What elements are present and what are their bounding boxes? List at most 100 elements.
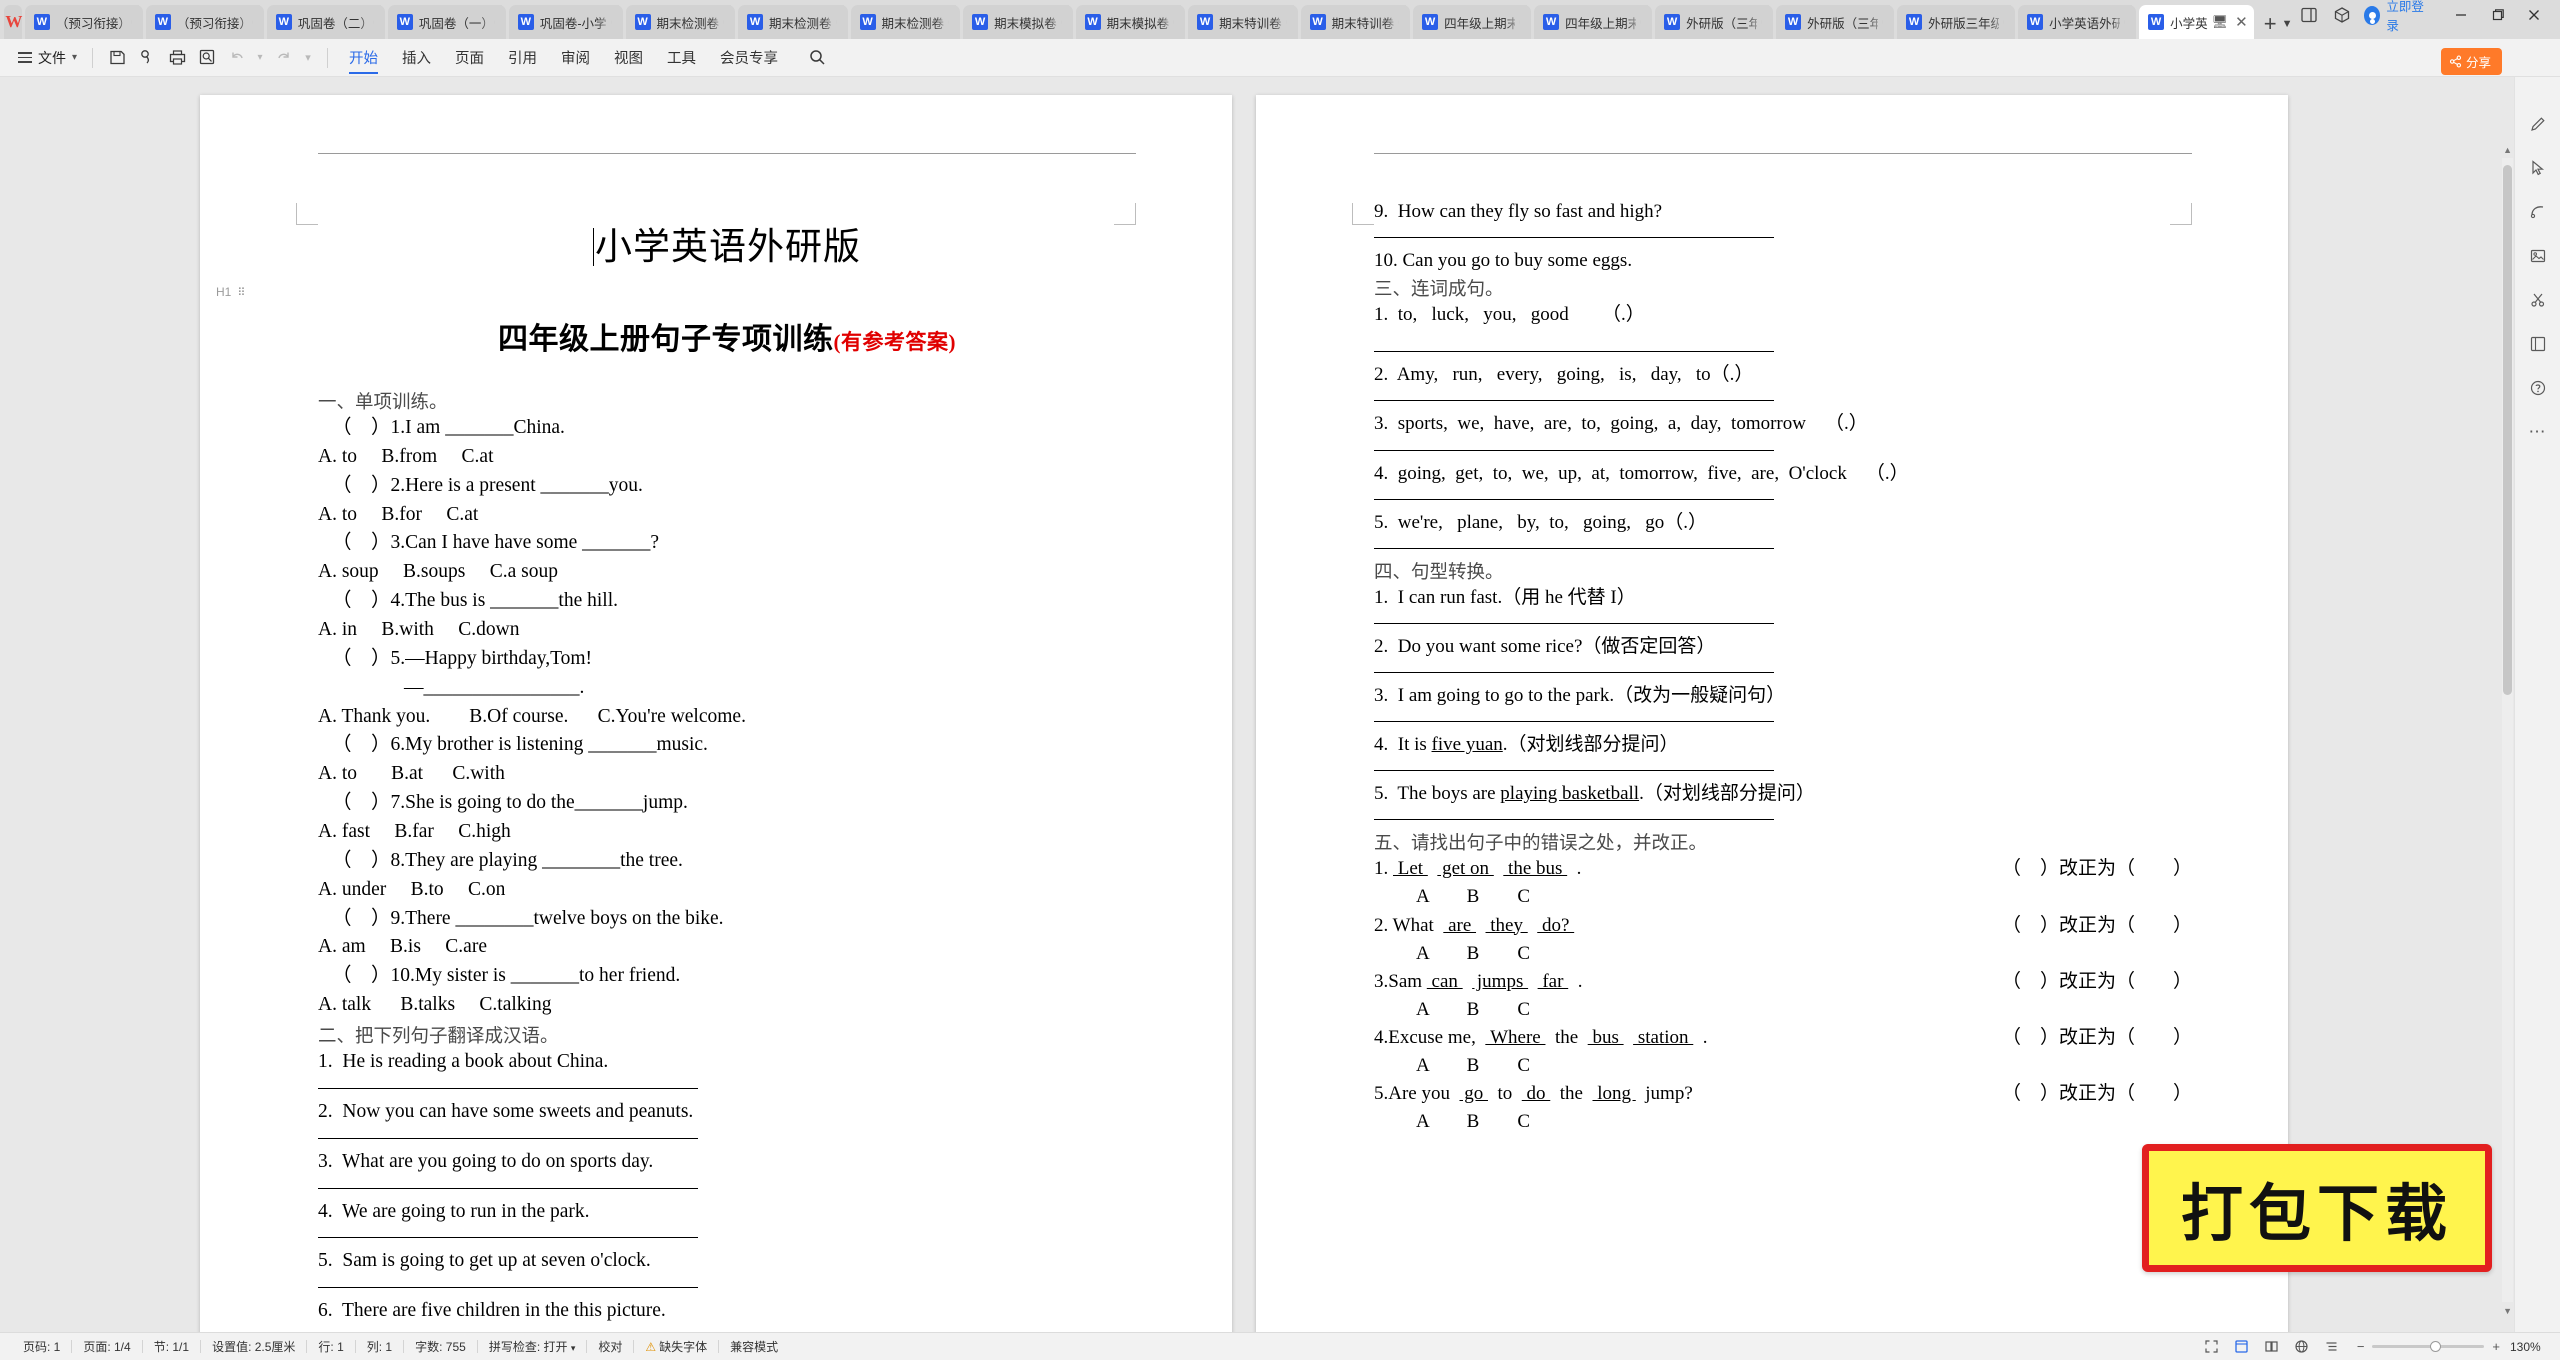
print-layout-view-icon[interactable] — [2227, 1334, 2257, 1360]
document-tab-label: 外研版（三年 — [1686, 16, 1758, 31]
right-tool-sidebar: ⋯ — [2514, 77, 2560, 1332]
ribbon-tab-引用[interactable]: 引用 — [496, 39, 549, 77]
login-label: 立即登录 — [2386, 0, 2424, 33]
close-button[interactable] — [2516, 1, 2552, 29]
cursor-select-icon[interactable] — [2523, 155, 2553, 181]
login-button[interactable]: 立即登录 — [2364, 0, 2429, 34]
zoom-slider-knob[interactable] — [2430, 1341, 2442, 1352]
document-page-1[interactable]: H1 ⠿ 小学英语外研版 四年级上册句子专项训练(有参考答案) 一、单项训练。 … — [200, 95, 1232, 1332]
print-preview-icon[interactable] — [192, 44, 222, 72]
zoom-slider[interactable]: − + — [2357, 1339, 2500, 1354]
file-menu-button[interactable]: 文件 ▾ — [12, 48, 83, 68]
correction-marks: A B C — [1416, 1055, 1531, 1077]
document-workspace[interactable]: H1 ⠿ 小学英语外研版 四年级上册句子专项训练(有参考答案) 一、单项训练。 … — [0, 77, 2560, 1332]
more-options-icon[interactable]: ⋯ — [2523, 419, 2553, 445]
document-tab[interactable]: W （预习衔接） — [145, 5, 264, 39]
outline-view-icon[interactable] — [2317, 1334, 2347, 1360]
document-tab[interactable]: W 小学英语外研 — [2018, 5, 2137, 39]
ribbon-tab-工具[interactable]: 工具 — [655, 39, 708, 77]
image-icon[interactable] — [2523, 243, 2553, 269]
ribbon-tab-视图[interactable]: 视图 — [602, 39, 655, 77]
document-tab[interactable]: W 小学英 🖥 ✕ — [2139, 5, 2254, 39]
redo-icon[interactable] — [268, 44, 298, 72]
share-button[interactable]: 分享 — [2440, 48, 2502, 75]
status-item[interactable]: 列: 1 — [356, 1338, 403, 1355]
document-tab[interactable]: W 巩固卷（一） — [387, 5, 506, 39]
ribbon-tab-插入[interactable]: 插入 — [390, 39, 443, 77]
scroll-up-arrow-icon[interactable]: ▲ — [2503, 145, 2512, 155]
drag-grip-icon[interactable]: ⠿ — [237, 286, 245, 299]
chevron-down-icon[interactable]: ▾ — [571, 1343, 576, 1353]
undo-icon[interactable] — [222, 44, 252, 72]
document-tab[interactable]: W 四年级上期末 — [1413, 5, 1532, 39]
document-tab[interactable]: W 巩固卷-小学 — [508, 5, 623, 39]
status-item[interactable]: 拼写检查: 打开 ▾ — [478, 1338, 587, 1355]
margin-marker-top-right — [2170, 203, 2192, 225]
print-icon[interactable] — [162, 44, 192, 72]
document-tab-label: （预习衔接） — [176, 16, 248, 31]
status-item[interactable]: 字数: 755 — [404, 1338, 477, 1355]
status-item[interactable]: ⚠ 缺失字体 — [634, 1338, 718, 1355]
document-tab[interactable]: W 外研版三年级 — [1897, 5, 2016, 39]
document-tab[interactable]: W 期末特训卷 — [1300, 5, 1411, 39]
status-item[interactable]: 校对 — [587, 1338, 633, 1355]
undo-dropdown-icon[interactable]: ▾ — [252, 44, 268, 72]
close-tab-icon[interactable]: ✕ — [2235, 13, 2248, 31]
document-tab[interactable]: W 巩固卷（二） — [266, 5, 385, 39]
link-icon[interactable] — [132, 44, 162, 72]
zoom-level-label[interactable]: 130% — [2510, 1340, 2548, 1354]
document-tab[interactable]: W 期末特训卷 — [1188, 5, 1298, 39]
minimize-button[interactable] — [2443, 1, 2479, 29]
document-tab[interactable]: W （预习衔接） — [24, 5, 143, 39]
status-item[interactable]: 页码: 1 — [12, 1338, 71, 1355]
document-tab[interactable]: W 期末检测卷 — [625, 5, 736, 39]
document-tab-label: 小学英语外研 — [2049, 16, 2121, 31]
maximize-button[interactable] — [2479, 1, 2515, 29]
reading-view-icon[interactable] — [2257, 1334, 2287, 1360]
layout-icon[interactable] — [2523, 331, 2553, 357]
quick-access-more-icon[interactable]: ▾ — [298, 44, 318, 72]
document-tab[interactable]: W 外研版（三年 — [1655, 5, 1774, 39]
status-item[interactable]: 设置值: 2.5厘米 — [201, 1338, 306, 1355]
ribbon-tab-页面[interactable]: 页面 — [443, 39, 496, 77]
search-icon[interactable] — [802, 44, 832, 72]
translate-item: 4. We are going to run in the park. — [318, 1200, 590, 1222]
document-tab[interactable]: W 期末检测卷 — [850, 5, 961, 39]
transform-item: 3. I am going to go to the park.（改为一般疑问句… — [1374, 684, 1786, 706]
zoom-out-button[interactable]: − — [2357, 1339, 2365, 1354]
vertical-scrollbar-thumb[interactable] — [2503, 165, 2512, 695]
question-stem: （ ）1.I am _______China. — [332, 417, 565, 438]
fullscreen-icon[interactable] — [2197, 1334, 2227, 1360]
scroll-down-arrow-icon[interactable]: ▼ — [2503, 1306, 2512, 1316]
web-layout-view-icon[interactable] — [2287, 1334, 2317, 1360]
tab-list-chevron-icon[interactable]: ▼ — [2282, 18, 2293, 30]
new-tab-button[interactable]: + — [2264, 13, 2277, 35]
status-item[interactable]: 节: 1/1 — [143, 1338, 200, 1355]
document-tab[interactable]: W 期末模拟卷 — [1075, 5, 1186, 39]
paragraph-style-handle[interactable]: H1 ⠿ — [216, 285, 245, 299]
status-item[interactable]: 行: 1 — [307, 1338, 354, 1355]
document-page-2[interactable]: 9. How can they fly so fast and high? 10.… — [1256, 95, 2288, 1332]
unsaved-dot-icon — [2003, 19, 2010, 25]
ribbon-tab-审阅[interactable]: 审阅 — [549, 39, 602, 77]
document-tab[interactable]: W 四年级上期末 — [1534, 5, 1653, 39]
answer-line — [1374, 721, 1774, 723]
zoom-slider-track[interactable] — [2372, 1341, 2485, 1352]
pen-icon[interactable] — [2523, 111, 2553, 137]
help-icon[interactable] — [2523, 375, 2553, 401]
save-icon[interactable] — [102, 44, 132, 72]
document-tab[interactable]: W 期末检测卷 — [738, 5, 848, 39]
present-icon[interactable]: 🖥 — [2212, 14, 2229, 30]
ribbon-tab-开始[interactable]: 开始 — [337, 39, 390, 77]
app-box-icon[interactable] — [2325, 1, 2358, 29]
document-tab[interactable]: W 外研版（三年 — [1776, 5, 1895, 39]
status-item[interactable]: 兼容模式 — [719, 1338, 789, 1355]
scissors-icon[interactable] — [2523, 287, 2553, 313]
status-item[interactable]: 页面: 1/4 — [72, 1338, 141, 1355]
shape-icon[interactable] — [2523, 199, 2553, 225]
split-view-icon[interactable] — [2292, 1, 2325, 29]
zoom-in-button[interactable]: + — [2492, 1339, 2500, 1354]
app-logo[interactable]: W — [4, 5, 22, 39]
document-tab[interactable]: W 期末模拟卷 — [963, 5, 1073, 39]
ribbon-tab-会员专享[interactable]: 会员专享 — [708, 39, 790, 77]
